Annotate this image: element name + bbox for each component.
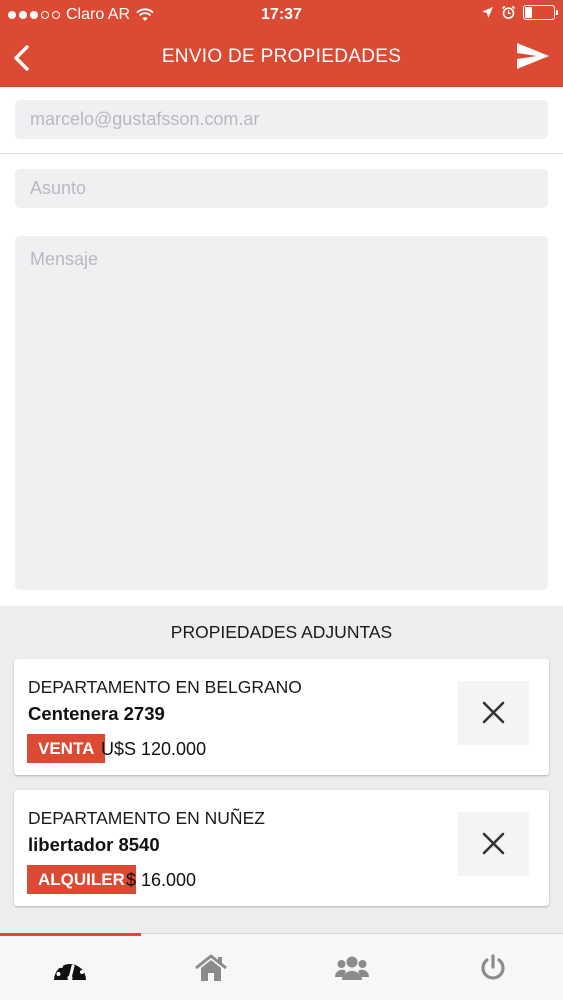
tab-power[interactable] [423,934,563,1000]
status-bar: Claro AR 17:37 [0,0,563,30]
page-title: ENVIO DE PROPIEDADES [161,46,402,67]
property-type: DEPARTAMENTO EN NUÑEZ [28,808,265,828]
send-paper-plane-icon[interactable] [515,41,551,71]
divider [0,153,563,154]
attached-properties-section: PROPIEDADES ADJUNTAS DEPARTAMENTO EN BEL… [0,606,563,934]
property-address: Centenera 2739 [28,703,165,724]
property-price: $ 16.000 [126,870,197,890]
email-field[interactable]: marcelo@gustafsson.com.ar [15,100,548,139]
property-card: DEPARTAMENTO EN BELGRANO Centenera 2739 … [14,659,549,775]
property-type: DEPARTAMENTO EN BELGRANO [28,677,302,697]
tab-users[interactable] [282,934,422,1000]
subject-input[interactable]: Asunto [15,169,548,208]
battery-icon [523,5,558,20]
property-price: U$S 120.000 [101,739,207,759]
section-heading: PROPIEDADES ADJUNTAS [170,622,393,642]
tab-dashboard[interactable] [0,933,141,1000]
location-arrow-icon [482,7,493,18]
property-address: libertador 8540 [28,834,160,855]
remove-property-button[interactable] [458,681,529,745]
bottom-tab-bar [0,933,563,1000]
header-bar: Claro AR 17:37 ENVIO DE PROPIEDADES [0,0,563,87]
dashboard-icon [54,959,86,981]
message-textarea[interactable]: Mensaje [15,236,548,590]
power-icon [481,953,505,980]
tab-home[interactable] [141,934,281,1000]
close-icon [482,832,505,855]
users-icon [335,956,369,980]
remove-property-button[interactable] [458,812,529,876]
alarm-icon [501,5,516,19]
navigation-bar: ENVIO DE PROPIEDADES [0,30,563,87]
home-icon [195,954,227,981]
status-right [481,5,558,20]
close-icon [482,701,505,724]
operation-badge: ALQUILER [27,865,136,894]
property-card: DEPARTAMENTO EN NUÑEZ libertador 8540 AL… [14,790,549,906]
operation-badge: VENTA [27,734,106,763]
status-time: 17:37 [261,6,302,23]
